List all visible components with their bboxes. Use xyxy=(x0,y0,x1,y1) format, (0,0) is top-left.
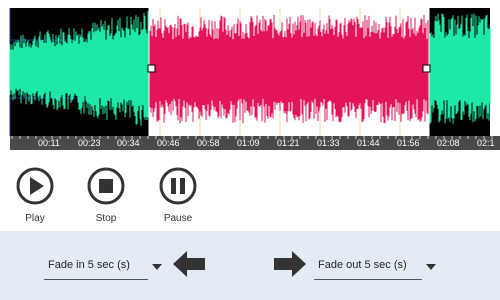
timeline-tick-label: 00:46 xyxy=(157,138,180,148)
pause-icon xyxy=(159,167,197,205)
arrow-right-icon xyxy=(274,251,306,277)
stop-icon xyxy=(87,167,125,205)
timeline-ruler[interactable]: 00:11 00:23 00:34 00:46 00:58 01:09 01:2… xyxy=(10,136,500,150)
timeline-tick-label: 01:44 xyxy=(357,138,380,148)
fade-in-select[interactable]: Fade in 5 sec (s) xyxy=(44,255,162,280)
timeline-tick-label: 00:34 xyxy=(117,138,140,148)
timeline-tick-label: 00:58 xyxy=(197,138,220,148)
waveform-editor[interactable] xyxy=(0,0,500,136)
chevron-down-icon[interactable] xyxy=(426,264,436,270)
selection-start-handle[interactable] xyxy=(147,64,156,73)
fade-out-select[interactable]: Fade out 5 sec (s) xyxy=(314,255,436,280)
chevron-down-icon[interactable] xyxy=(152,264,162,270)
play-icon xyxy=(16,167,54,205)
timeline-tick-label: 01:09 xyxy=(237,138,260,148)
fade-out-value: Fade out 5 sec (s) xyxy=(318,259,407,271)
fade-in-value: Fade in 5 sec (s) xyxy=(48,259,130,271)
waveform-canvas[interactable] xyxy=(0,0,500,136)
timeline-tick-label: 02:08 xyxy=(437,138,460,148)
fade-out-apply-button[interactable] xyxy=(274,251,306,282)
timeline-tick-label: 00:11 xyxy=(38,138,60,148)
play-label: Play xyxy=(25,213,45,224)
timeline-tick-label: 00:23 xyxy=(78,138,101,148)
play-button[interactable]: Play xyxy=(13,166,57,224)
selection-end-handle[interactable] xyxy=(422,64,431,73)
timeline-tick-label: 01:21 xyxy=(277,138,300,148)
pause-button[interactable]: Pause xyxy=(156,166,200,224)
arrow-left-icon xyxy=(173,251,205,277)
timeline-tick-label: 02:1 xyxy=(477,138,495,148)
pause-label: Pause xyxy=(163,213,193,224)
stop-button[interactable]: Stop xyxy=(84,166,128,224)
fade-in-apply-button[interactable] xyxy=(173,251,205,282)
fade-settings-bar: Fade in 5 sec (s) Fade out 5 sec (s) xyxy=(0,231,500,300)
timeline-tick-label: 01:56 xyxy=(397,138,420,148)
stop-label: Stop xyxy=(95,213,117,224)
timeline-tick-label: 01:33 xyxy=(317,138,340,148)
playback-controls: Play Stop Pause xyxy=(0,150,500,230)
